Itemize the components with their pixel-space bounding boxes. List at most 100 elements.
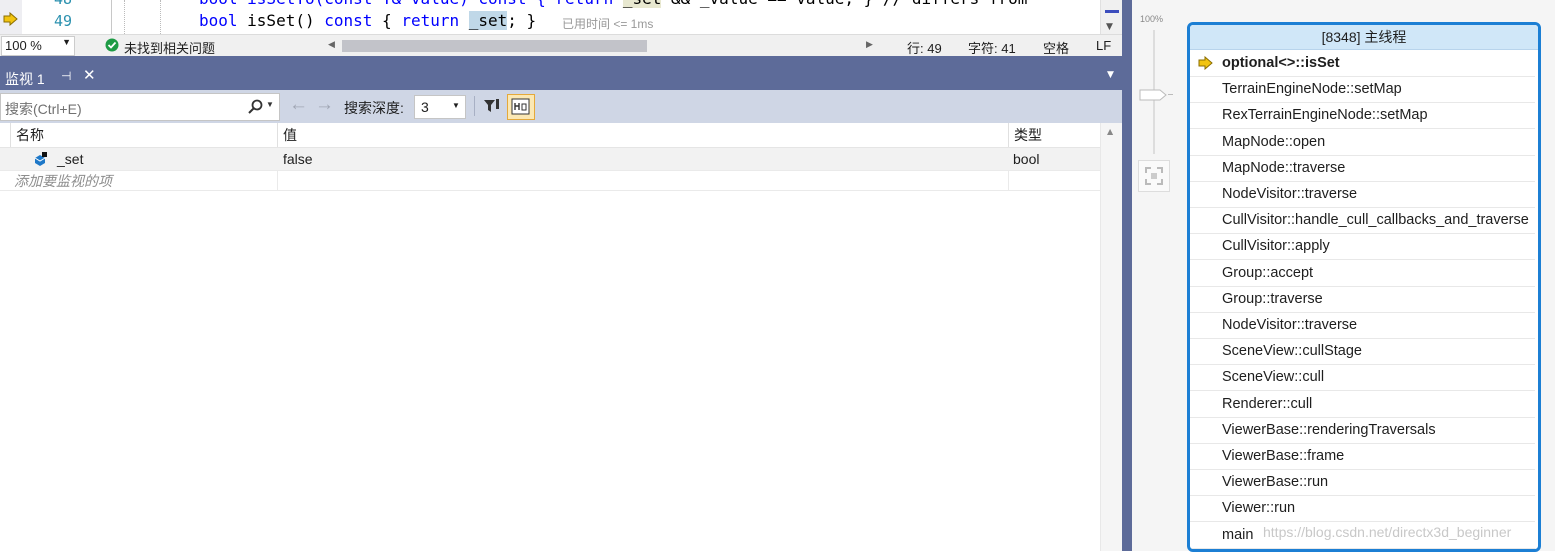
code-line-48[interactable]: bool isSetTo(const T& value) const { ret… — [199, 0, 1037, 8]
forward-arrow-icon[interactable]: → — [315, 94, 334, 116]
editor-horizontal-scrollbar[interactable]: ◀ ▶ — [328, 39, 876, 52]
stack-frame[interactable]: SceneView::cull — [1190, 364, 1535, 392]
elapsed-time-hint: 已用时间 <= 1ms — [562, 17, 654, 31]
stack-frame-label: SceneView::cull — [1222, 369, 1325, 386]
watch-type-cell: bool — [1013, 151, 1040, 167]
window-splitter[interactable] — [1122, 0, 1132, 551]
thread-title[interactable]: [8348] 主线程 — [1190, 25, 1538, 50]
column-header-value[interactable]: 值 — [283, 123, 297, 147]
grid-header: 名称 值 类型 — [0, 123, 1100, 148]
search-depth-value: 3 — [421, 99, 429, 115]
stack-frame[interactable]: ViewerBase::frame — [1190, 443, 1535, 470]
stack-frame[interactable]: MapNode::traverse — [1190, 155, 1535, 182]
line-indicator[interactable]: 行: 49 — [907, 38, 942, 57]
zoom-value: 100 % — [5, 38, 42, 53]
scroll-down-arrow-icon[interactable]: ▼ — [1106, 22, 1113, 32]
stack-frame[interactable]: RexTerrainEngineNode::setMap — [1190, 102, 1535, 130]
stack-frame[interactable]: ViewerBase::renderingTraversals — [1190, 417, 1535, 444]
close-icon[interactable]: ✕ — [83, 66, 96, 84]
column-divider[interactable] — [277, 123, 278, 147]
editor-status-bar: 100 % ▼ 未找到相关问题 ◀ ▶ 行: 49 字符: 41 空格 LF — [0, 34, 1122, 57]
stack-frame[interactable]: TerrainEngineNode::setMap — [1190, 76, 1535, 104]
chevron-down-icon[interactable]: ▼ — [266, 100, 274, 109]
search-placeholder: 搜索(Ctrl+E) — [5, 101, 82, 117]
column-divider[interactable] — [1008, 123, 1009, 147]
stack-frame[interactable]: CullVisitor::handle_cull_callbacks_and_t… — [1190, 207, 1535, 235]
watch-toolbar: 搜索(Ctrl+E) ▼ ← → 搜索深度: 3 ▼ — [0, 90, 1122, 123]
add-watch-row[interactable]: 添加要监视的项 — [0, 170, 1100, 191]
scroll-left-arrow-icon[interactable]: ◀ — [328, 39, 335, 50]
back-arrow-icon[interactable]: ← — [289, 94, 308, 116]
zoom-dropdown[interactable]: 100 % ▼ — [1, 36, 75, 56]
stack-frame-label: Viewer::run — [1222, 500, 1296, 517]
indent-guide — [124, 0, 126, 34]
code-text: && _value == value; } // differs from — [661, 0, 1037, 8]
stack-frame-label: RexTerrainEngineNode::setMap — [1222, 107, 1428, 124]
search-input[interactable]: 搜索(Ctrl+E) ▼ — [0, 93, 280, 121]
hex-display-icon — [511, 98, 530, 115]
code-text: ; } — [507, 11, 537, 30]
issues-status[interactable]: 未找到相关问题 — [124, 38, 215, 57]
stack-frame-label: MapNode::traverse — [1222, 159, 1346, 176]
code-editor[interactable]: 48 49 bool isSetTo(const T& value) const… — [0, 0, 1100, 34]
hex-display-toggle-button[interactable] — [507, 94, 535, 120]
stack-frame[interactable]: Group::traverse — [1190, 286, 1535, 313]
grid-vertical-scrollbar[interactable]: ▲ — [1100, 123, 1123, 551]
line-ending-indicator[interactable]: LF — [1096, 38, 1111, 53]
code-text: bool isSetTo(const T& value) const { ret… — [199, 0, 623, 8]
line-number: 48 — [0, 0, 72, 8]
filter-icon[interactable] — [481, 95, 505, 117]
pin-icon[interactable]: ⊣ — [61, 69, 71, 83]
stack-frame-label: Renderer::cull — [1222, 395, 1313, 412]
search-depth-dropdown[interactable]: 3 ▼ — [414, 95, 466, 119]
code-keyword: return — [401, 11, 460, 30]
stack-frame[interactable]: ViewerBase::run — [1190, 469, 1535, 497]
header-spacer — [0, 123, 11, 147]
stack-frame-label: optional<>::isSet — [1222, 55, 1340, 71]
stack-frame-label: ViewerBase::frame — [1222, 448, 1345, 464]
scrollbar-thumb[interactable] — [342, 40, 647, 52]
stack-frame-label: Group::accept — [1222, 264, 1314, 281]
watch-name-cell[interactable]: _set — [57, 148, 83, 170]
code-text: { — [372, 11, 402, 30]
thread-call-stack[interactable]: [8348] 主线程 optional<>::isSetTerrainEngin… — [1187, 22, 1541, 552]
fit-to-view-button[interactable] — [1138, 160, 1170, 192]
column-divider — [277, 170, 278, 190]
indent-guide — [160, 0, 162, 34]
stack-frame[interactable]: Renderer::cull — [1190, 391, 1535, 418]
stack-frame-label: CullVisitor::apply — [1222, 238, 1330, 255]
stack-frame[interactable]: Viewer::run — [1190, 495, 1535, 523]
stack-frame-label: Group::traverse — [1222, 290, 1323, 307]
stack-frame[interactable]: NodeVisitor::traverse — [1190, 181, 1535, 208]
stack-frame[interactable]: SceneView::cullStage — [1190, 338, 1535, 366]
watermark: https://blog.csdn.net/directx3d_beginner — [1263, 524, 1512, 540]
column-header-type[interactable]: 类型 — [1014, 123, 1042, 147]
stack-frame[interactable]: CullVisitor::apply — [1190, 233, 1535, 261]
watch-value-cell[interactable]: false — [283, 148, 313, 170]
code-keyword: bool — [199, 11, 238, 30]
highlighted-identifier[interactable]: _set — [468, 11, 508, 30]
stack-frame[interactable]: MapNode::open — [1190, 129, 1535, 156]
watch-row[interactable]: _set false bool — [0, 148, 1100, 171]
column-divider — [1008, 170, 1009, 190]
tab-label: 监视 1 — [5, 71, 45, 87]
whitespace-indicator[interactable]: 空格 — [1043, 38, 1069, 57]
stack-frame-current[interactable]: optional<>::isSet — [1190, 50, 1535, 77]
scroll-position-marker — [1105, 10, 1119, 13]
scroll-right-arrow-icon[interactable]: ▶ — [866, 39, 873, 50]
column-header-name[interactable]: 名称 — [16, 123, 44, 147]
scroll-up-arrow-icon[interactable]: ▲ — [1107, 127, 1113, 136]
search-icon[interactable] — [247, 99, 263, 115]
stack-frame[interactable]: NodeVisitor::traverse — [1190, 312, 1535, 339]
char-indicator[interactable]: 字符: 41 — [968, 38, 1016, 57]
tab-watch-1[interactable]: 监视 1 ⊣ ✕ — [0, 64, 106, 92]
chevron-down-icon: ▼ — [62, 37, 71, 47]
chevron-down-icon: ▼ — [452, 101, 460, 110]
stack-frame[interactable]: Group::accept — [1190, 260, 1535, 287]
code-line-49[interactable]: bool isSet() const { return _set; } — [199, 11, 536, 30]
toolbar-separator — [474, 96, 475, 116]
window-menu-chevron-icon[interactable]: ▼ — [1107, 70, 1114, 80]
zoom-slider-thumb[interactable] — [1138, 88, 1174, 102]
watch-grid[interactable]: 名称 值 类型 _set false bool 添加要监视的项 — [0, 123, 1100, 551]
